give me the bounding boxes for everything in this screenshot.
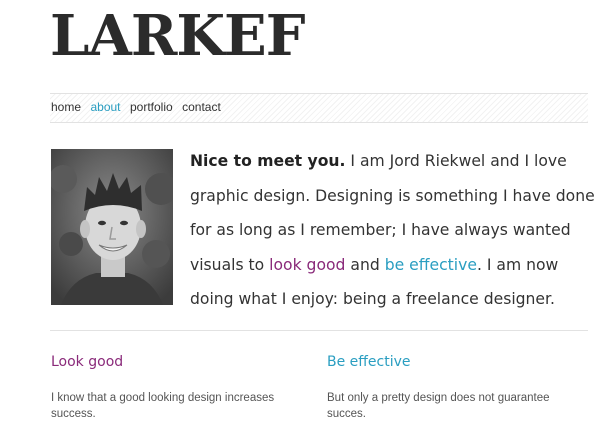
- intro-text-2: graphic design. Designing is something I…: [190, 186, 595, 205]
- intro-text-3: for as long as I remember; I have always…: [190, 221, 571, 239]
- column-be-effective: Be effective But only a pretty design do…: [327, 353, 577, 422]
- intro-text-4: visuals to: [190, 255, 270, 274]
- section-divider: [50, 330, 588, 331]
- column-body: I know that a good looking design increa…: [51, 392, 275, 420]
- nav-item-home[interactable]: home: [51, 94, 81, 120]
- profile-photo: [51, 149, 173, 305]
- intro-and: and: [345, 255, 385, 274]
- intro-text-5: . I am now: [476, 255, 559, 274]
- column-look-good: Look good I know that a good looking des…: [51, 353, 301, 422]
- highlight-look-good: look good: [269, 255, 346, 274]
- nav-item-portfolio[interactable]: portfolio: [130, 94, 173, 120]
- highlight-be-effective: be effective: [384, 255, 477, 274]
- column-heading: Look good: [51, 354, 124, 370]
- intro-greeting: Nice to meet you.: [190, 152, 346, 170]
- main-nav: home about portfolio contact: [50, 93, 588, 123]
- portrait-image: [51, 149, 173, 305]
- site-logo[interactable]: LARKEF: [50, 8, 305, 64]
- intro-text-1: I am Jord Riekwel and I love: [345, 152, 567, 170]
- nav-item-contact[interactable]: contact: [182, 94, 221, 120]
- column-heading: Be effective: [327, 354, 411, 370]
- intro-paragraph: Nice to meet you. I am Jord Riekwel and …: [190, 144, 595, 317]
- nav-item-about[interactable]: about: [90, 94, 120, 120]
- intro-text-6: doing what I enjoy: being a freelance de…: [190, 290, 555, 308]
- column-body: But only a pretty design does not guaran…: [327, 392, 550, 420]
